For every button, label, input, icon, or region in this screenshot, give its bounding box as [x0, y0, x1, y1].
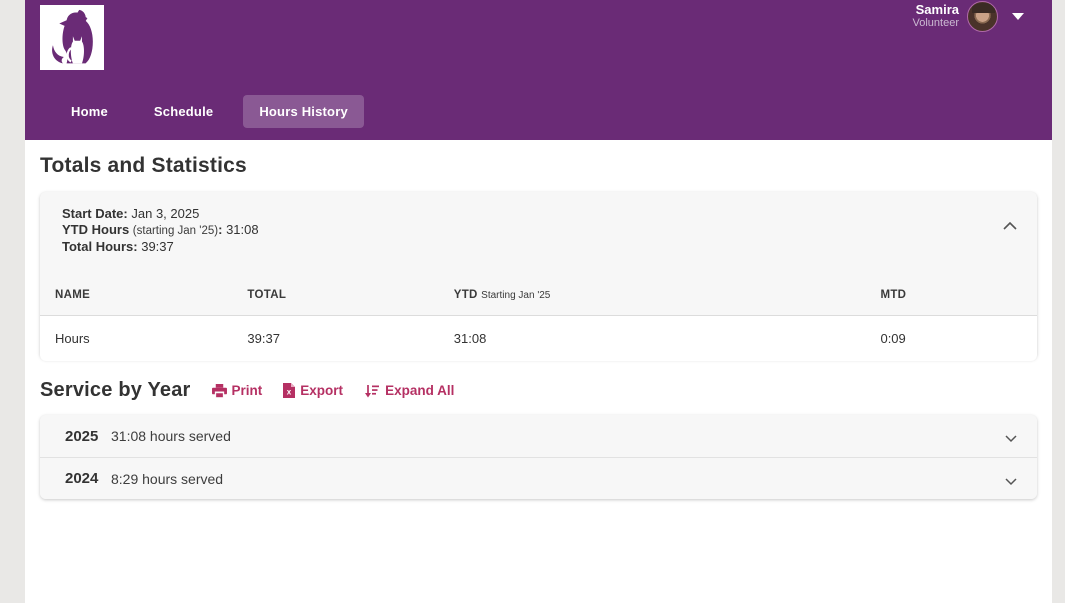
- year-label: 2025: [65, 427, 99, 445]
- user-avatar[interactable]: [967, 1, 998, 32]
- cell-ytd: 31:08: [445, 315, 873, 361]
- col-header-name: NAME: [55, 289, 91, 301]
- svg-text:x: x: [287, 388, 292, 397]
- col-header-ytd: YTD Starting Jan '25: [453, 289, 551, 301]
- stat-total-hours: Total Hours: 39:37: [62, 239, 1037, 255]
- service-by-year-card: 2025 31:08 hours served 2024 8:29 hours …: [40, 415, 1037, 499]
- export-label: Export: [300, 383, 344, 398]
- stat-ytd-label: YTD Hours: [62, 222, 130, 237]
- page-title: Totals and Statistics: [40, 154, 247, 177]
- year-summary: 31:08 hours served: [111, 428, 231, 444]
- user-names: Samira Volunteer: [913, 3, 959, 30]
- cell-total: 39:37: [239, 315, 446, 361]
- expand-all-label: Expand All: [385, 383, 455, 398]
- col-header-total: TOTAL: [247, 289, 287, 301]
- stat-ytd-note: (starting Jan '25): [132, 225, 219, 237]
- stat-start-date-value: Jan 3, 2025: [131, 206, 200, 221]
- export-button[interactable]: x Export: [283, 383, 343, 398]
- stat-ytd-colon: :: [218, 222, 223, 237]
- chevron-down-icon: [1003, 474, 1019, 485]
- printer-icon: [211, 383, 227, 398]
- chevron-down-icon[interactable]: [1012, 13, 1024, 20]
- chevron-down-icon: [1003, 431, 1019, 443]
- year-accordion-2024[interactable]: 2024 8:29 hours served: [40, 457, 1037, 499]
- app-header: Samira Volunteer Home Schedule Hours His…: [25, 0, 1052, 140]
- stat-ytd-value: 31:08: [226, 222, 259, 237]
- service-section-title: Service by Year: [40, 379, 191, 401]
- dog-cat-logo-icon: [52, 9, 93, 63]
- col-header-ytd-note: Starting Jan '25: [481, 290, 551, 301]
- expand-all-icon: [365, 384, 380, 397]
- year-accordion-2025[interactable]: 2025 31:08 hours served: [40, 415, 1037, 457]
- nav-tab-home[interactable]: Home: [55, 95, 124, 128]
- excel-file-icon: x: [283, 383, 296, 398]
- cell-name: Hours: [40, 315, 240, 361]
- totals-table-header-row: NAME TOTAL YTD Starting Jan '25 MTD: [40, 277, 1037, 316]
- chevron-up-icon: [1003, 221, 1017, 230]
- user-role: Volunteer: [912, 17, 959, 29]
- stat-total-label: Total Hours:: [62, 239, 138, 254]
- totals-card: Start Date: Jan 3, 2025 YTD Hours (start…: [40, 192, 1037, 361]
- page-margin-right: [1052, 0, 1065, 603]
- totals-table: NAME TOTAL YTD Starting Jan '25 MTD Hour…: [40, 277, 1037, 361]
- print-label: Print: [231, 383, 263, 398]
- cell-mtd: 0:09: [872, 315, 1037, 361]
- user-menu[interactable]: Samira Volunteer: [913, 1, 1024, 32]
- expand-all-button[interactable]: Expand All: [364, 383, 454, 398]
- nav-tab-hours-history[interactable]: Hours History: [243, 95, 364, 128]
- main-nav: Home Schedule Hours History: [55, 95, 364, 128]
- totals-stats: Start Date: Jan 3, 2025 YTD Hours (start…: [40, 192, 1037, 263]
- col-header-mtd: MTD: [880, 289, 907, 301]
- main-content: Totals and Statistics Start Date: Jan 3,…: [25, 140, 1052, 499]
- user-name: Samira: [915, 2, 959, 17]
- stat-start-date: Start Date: Jan 3, 2025: [62, 206, 1037, 222]
- print-button[interactable]: Print: [211, 383, 263, 398]
- stat-ytd-hours: YTD Hours (starting Jan '25): 31:08: [62, 222, 1037, 239]
- volunteer-portal-app: Samira Volunteer Home Schedule Hours His…: [25, 0, 1052, 603]
- year-label: 2024: [65, 470, 99, 487]
- stat-start-date-label: Start Date:: [62, 206, 128, 221]
- service-section-header: Service by Year Print x Export Expand Al…: [40, 379, 1037, 402]
- table-row: Hours 39:37 31:08 0:09: [40, 315, 1037, 361]
- organization-logo[interactable]: [40, 5, 104, 70]
- collapse-totals-button[interactable]: [1001, 219, 1019, 233]
- year-summary: 8:29 hours served: [111, 470, 224, 487]
- stat-total-value: 39:37: [141, 239, 174, 254]
- page-margin-left: [0, 0, 25, 603]
- nav-tab-schedule[interactable]: Schedule: [138, 95, 229, 128]
